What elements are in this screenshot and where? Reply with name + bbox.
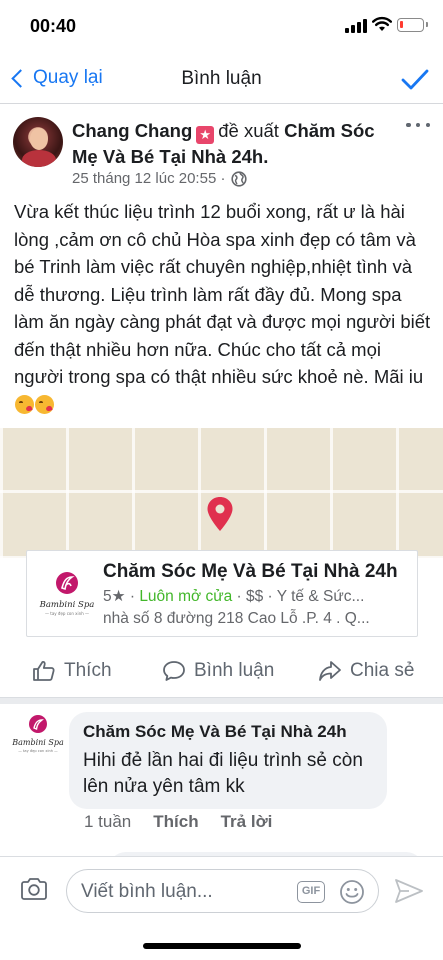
emoji-icon[interactable] [339, 879, 365, 905]
place-rating: 5★ [103, 588, 126, 605]
post-timestamp[interactable]: 25 tháng 12 lúc 20:55 [72, 170, 216, 187]
more-icon-dot [415, 122, 421, 128]
navigation-bar: Quay lại Bình luận [0, 52, 443, 104]
done-check-icon[interactable] [400, 68, 430, 92]
comment-reply-button[interactable]: Trả lời [221, 812, 273, 832]
post-meta: 25 tháng 12 lúc 20:55 · [72, 170, 248, 187]
kiss-emoji-icon [15, 394, 34, 414]
more-options-button[interactable] [406, 120, 430, 130]
status-time: 00:40 [30, 16, 77, 36]
like-button[interactable]: Thích [32, 660, 112, 682]
more-icon-dot [425, 122, 430, 128]
section-divider [0, 698, 443, 704]
commenter-avatar[interactable]: Bambini Spa — tay đẹp con xinh — [12, 712, 64, 762]
svg-text:— tay đẹp con xinh —: — tay đẹp con xinh — [18, 749, 58, 753]
kiss-emoji-icon [35, 394, 54, 414]
post-header: Chang Chang ★ đề xuất Chăm Sóc Mẹ Và Bé Tạ… [0, 104, 443, 194]
wifi-icon [372, 16, 392, 31]
svg-text:— tay đẹp con xinh —: — tay đẹp con xinh — [45, 611, 89, 616]
place-address: nhà số 8 đường 218 Cao Lỗ .P. 4 . Q... [103, 610, 370, 627]
post-action-bar: Thích Bình luận Chia sẻ [0, 646, 443, 698]
post-text: Vừa kết thúc liệu trình 12 buổi xong, rấ… [14, 201, 431, 387]
location-map[interactable] [0, 428, 443, 558]
bambini-spa-logo: Bambini Spa — tay đẹp con xinh — [39, 572, 94, 616]
battery-level [400, 21, 403, 28]
more-icon-dot [406, 122, 411, 128]
share-arrow-icon [319, 661, 341, 681]
place-open-status: Luôn mở cửa [139, 588, 233, 605]
thumbs-up-icon [33, 661, 55, 681]
place-price-category: · $$ · Y tế & Sức... [232, 588, 365, 605]
globe-icon [231, 170, 248, 187]
map-pin-icon [207, 497, 233, 531]
map-grid [0, 428, 443, 558]
gif-button[interactable]: GIF [297, 881, 325, 903]
comment-input[interactable] [81, 879, 281, 905]
recommend-verb: đề xuất [218, 120, 279, 141]
status-bar: 00:40 [0, 0, 443, 52]
chevron-left-icon [11, 68, 30, 88]
svg-text:Bambini Spa: Bambini Spa [39, 600, 94, 610]
home-indicator [143, 943, 301, 949]
battery-icon [397, 18, 428, 32]
comment-bubble: Chăm Sóc Mẹ Và Bé Tại Nhà 24h Hihi đẻ lầ… [69, 712, 387, 809]
send-icon[interactable] [394, 877, 424, 905]
post-headline: Chang Chang ★ đề xuất Chăm Sóc Mẹ Và Bé Tạ… [72, 118, 392, 169]
comment-bubble-icon [163, 661, 185, 681]
cellular-signal-icon [345, 19, 367, 33]
post-body: Vừa kết thúc liệu trình 12 buổi xong, rấ… [14, 198, 432, 418]
author-avatar[interactable] [13, 117, 63, 167]
back-label: Quay lại [33, 67, 103, 88]
comment-label: Bình luận [194, 660, 275, 681]
place-name: Chăm Sóc Mẹ Và Bé Tại Nhà 24h [103, 561, 398, 582]
share-label: Chia sẻ [350, 660, 415, 681]
comment-button[interactable]: Bình luận [162, 660, 274, 682]
like-label: Thích [64, 660, 112, 681]
share-button[interactable]: Chia sẻ [318, 660, 414, 682]
svg-text:Bambini Spa: Bambini Spa [12, 738, 64, 747]
place-info: 5★ · Luôn mở cửa · $$ · Y tế & Sức... [103, 587, 364, 606]
recommend-star-icon: ★ [196, 126, 215, 144]
meta-separator: · [220, 170, 226, 187]
place-info-separator: · [125, 588, 140, 605]
comment-time: 1 tuần [84, 812, 132, 831]
author-name[interactable]: Chang Chang [72, 120, 192, 141]
place-card[interactable]: Bambini Spa — tay đẹp con xinh — Chăm Só… [26, 550, 418, 637]
comment-text: Hihi đẻ lần hai đi liệu trình sẻ còn lên… [83, 750, 363, 797]
comment-meta: 1 tuần Thích Trả lời [84, 812, 272, 832]
commenter-name[interactable]: Chăm Sóc Mẹ Và Bé Tại Nhà 24h [83, 722, 347, 742]
back-button[interactable]: Quay lại [8, 64, 103, 92]
camera-icon[interactable] [20, 877, 48, 901]
comment-input-field[interactable]: GIF [66, 869, 379, 913]
comment-like-button[interactable]: Thích [153, 812, 198, 832]
